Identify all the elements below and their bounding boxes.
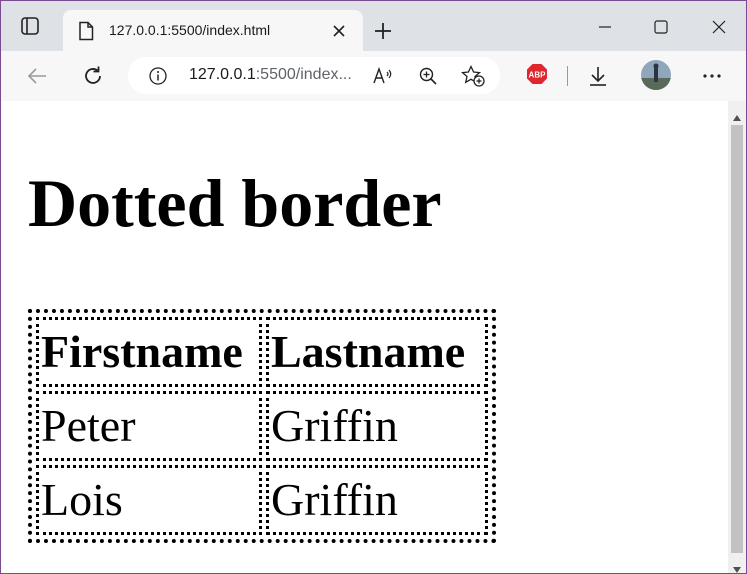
scroll-up-arrow-icon[interactable] [733,107,741,121]
table-cell: Griffin [266,465,488,535]
names-table: Firstname Lastname Peter Griffin Lois Gr… [28,309,496,543]
table-cell: Lois [36,465,262,535]
tab-bar: 127.0.0.1:5500/index.html [1,1,746,51]
adblock-icon[interactable]: ABP [526,63,548,85]
toolbar-separator [567,66,568,86]
refresh-icon[interactable] [81,64,105,88]
avatar[interactable] [641,60,671,90]
plus-icon[interactable] [373,21,393,41]
table-row: Peter Griffin [36,391,488,461]
table-cell: Griffin [266,391,488,461]
address-bar[interactable]: 127.0.0.1:5500/index... [128,57,500,94]
add-favorite-icon[interactable] [460,64,485,87]
scroll-down-arrow-icon[interactable] [733,559,741,573]
names-table-wrapper: Firstname Lastname Peter Griffin Lois Gr… [28,309,496,543]
page-icon [77,21,95,41]
more-icon[interactable] [701,65,723,87]
column-header-lastname: Lastname [266,317,488,387]
table-header-row: Firstname Lastname [36,317,488,387]
table-row: Lois Griffin [36,465,488,535]
vertical-scrollbar[interactable] [728,101,746,573]
window-close-icon[interactable] [709,17,729,37]
tab-actions-icon[interactable] [19,15,41,37]
column-header-firstname: Firstname [36,317,262,387]
scrollbar-thumb[interactable] [731,125,743,553]
download-icon[interactable] [587,64,609,88]
zoom-icon[interactable] [418,66,438,86]
url-path: :5500/index... [255,66,352,83]
active-tab[interactable]: 127.0.0.1:5500/index.html [63,10,363,51]
browser-window: 127.0.0.1:5500/index.html 127.0.0.1:5500… [0,0,747,574]
minimize-icon[interactable] [595,17,615,37]
info-icon[interactable] [148,66,168,86]
tab-title: 127.0.0.1:5500/index.html [109,22,271,38]
maximize-icon[interactable] [651,17,671,37]
read-aloud-icon[interactable] [372,66,394,86]
back-icon[interactable] [25,64,49,88]
address-text[interactable]: 127.0.0.1:5500/index... [189,66,352,84]
toolbar: 127.0.0.1:5500/index... ABP [1,51,746,102]
page-heading: Dotted border [28,165,442,241]
adblock-label: ABP [529,71,547,80]
page-viewport: Dotted border Firstname Lastname Peter G… [1,101,728,573]
table-cell: Peter [36,391,262,461]
close-icon[interactable] [331,23,347,39]
url-host: 127.0.0.1 [189,66,256,83]
